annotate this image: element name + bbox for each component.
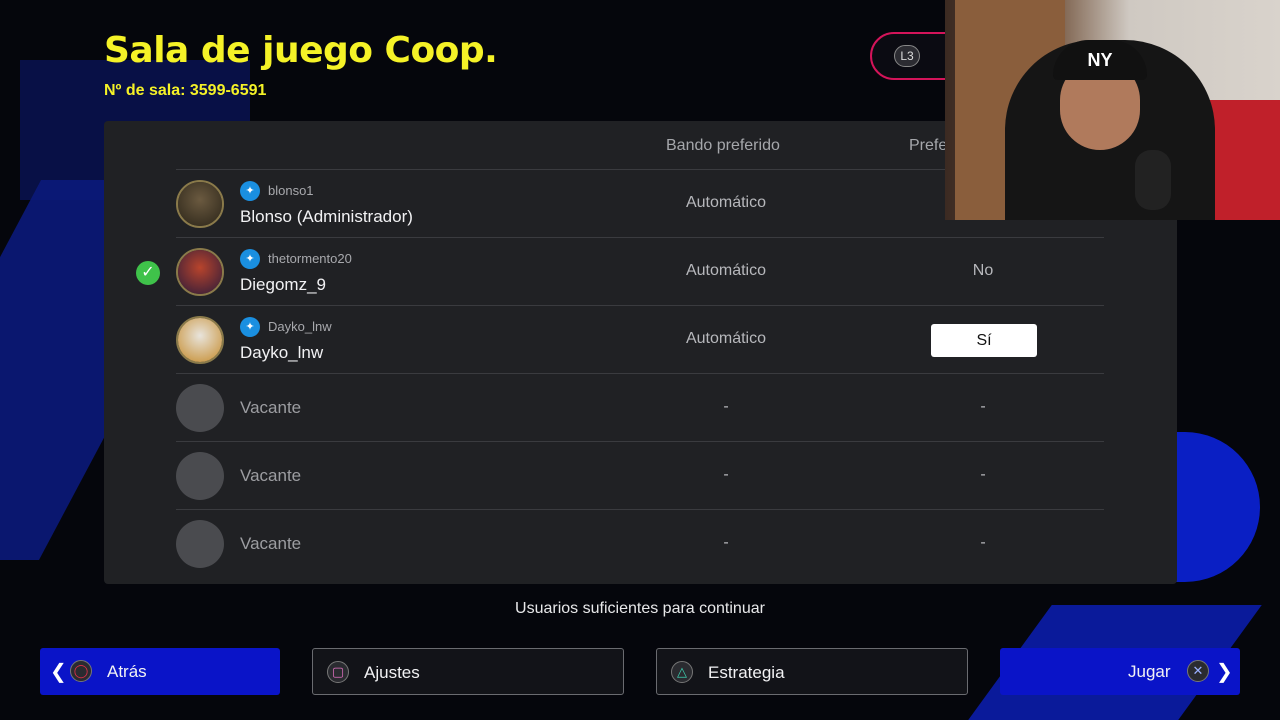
- avatar: [176, 248, 224, 296]
- player-row[interactable]: ✦ thetormento20 Diegomz_9 Automático No: [176, 237, 1104, 305]
- cross-button-icon: ✕: [1187, 660, 1209, 682]
- circle-button-icon: ◯: [70, 660, 92, 682]
- vacant-label: Vacante: [240, 534, 302, 553]
- psn-id: Dayko_lnw: [268, 319, 332, 334]
- player-row[interactable]: ✦ Dayko_lnw Dayko_lnw Automático Sí: [176, 305, 1104, 373]
- bando-value: Automático: [685, 194, 767, 211]
- preference-value: -: [980, 466, 986, 483]
- preference-value: -: [980, 398, 986, 415]
- vacant-row[interactable]: Vacante - -: [176, 373, 1104, 441]
- bando-value: -: [723, 466, 729, 483]
- vacant-label: Vacante: [240, 398, 302, 417]
- empty-avatar: [176, 384, 224, 432]
- avatar: [176, 316, 224, 364]
- player-name: Blonso (Administrador): [240, 207, 413, 226]
- play-button[interactable]: Jugar ✕ ❯: [1000, 648, 1240, 695]
- bando-value: -: [723, 398, 729, 415]
- psn-id: blonso1: [268, 183, 314, 198]
- empty-avatar: [176, 520, 224, 568]
- empty-avatar: [176, 452, 224, 500]
- preference-value: No: [972, 262, 994, 279]
- room-number: Nº de sala: 3599-6591: [104, 82, 267, 99]
- webcam-overlay: NY: [945, 0, 1280, 220]
- avatar: [176, 180, 224, 228]
- bando-value: -: [723, 534, 729, 551]
- square-button-icon: ▢: [327, 661, 349, 683]
- ready-check-icon: ✓: [136, 261, 160, 285]
- playstation-icon: ✦: [240, 181, 260, 201]
- strategy-label: Estrategia: [708, 663, 785, 682]
- triangle-button-icon: △: [671, 661, 693, 683]
- column-header-bando: Bando preferido: [666, 137, 780, 154]
- back-label: Atrás: [107, 662, 147, 681]
- player-name: Diegomz_9: [240, 275, 326, 294]
- bando-value: Automático: [685, 330, 767, 347]
- vacant-row[interactable]: Vacante - -: [176, 441, 1104, 509]
- playstation-icon: ✦: [240, 317, 260, 337]
- vacant-label: Vacante: [240, 466, 302, 485]
- status-message: Usuarios suficientes para continuar: [515, 600, 765, 617]
- bando-value: Automático: [685, 262, 767, 279]
- page-title: Sala de juego Coop.: [104, 30, 498, 71]
- column-header-preference: Prefe: [909, 137, 948, 154]
- preference-selector[interactable]: Sí: [931, 324, 1037, 357]
- settings-label: Ajustes: [364, 663, 420, 682]
- playstation-icon: ✦: [240, 249, 260, 269]
- player-name: Dayko_lnw: [240, 343, 324, 362]
- strategy-button[interactable]: △ Estrategia: [656, 648, 968, 695]
- psn-id: thetormento20: [268, 251, 352, 266]
- back-button[interactable]: ❮ ◯ Atrás: [40, 648, 280, 695]
- chevron-right-icon: ❯: [1216, 661, 1233, 683]
- play-label: Jugar: [1128, 662, 1171, 681]
- microphone-icon: [1135, 150, 1171, 210]
- preference-value: -: [980, 534, 986, 551]
- l3-button-icon: L3: [894, 45, 920, 67]
- vacant-row[interactable]: Vacante - -: [176, 509, 1104, 577]
- chevron-left-icon: ❮: [50, 661, 67, 683]
- settings-button[interactable]: ▢ Ajustes: [312, 648, 624, 695]
